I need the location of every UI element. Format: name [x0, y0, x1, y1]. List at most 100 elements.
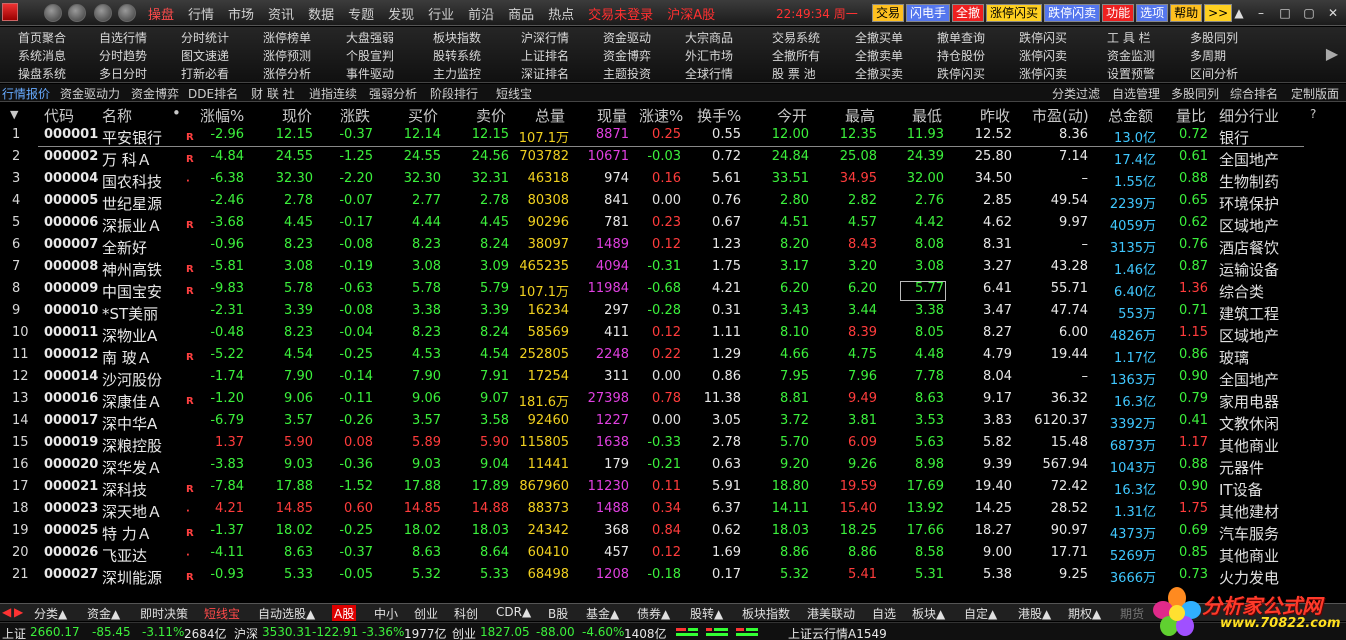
menu-item[interactable]: 行情 — [188, 4, 214, 23]
quick-link[interactable]: 深证排名 — [521, 65, 569, 82]
table-row[interactable]: 20 · 000026 飞亚达 -4.11 8.63 -0.37 8.63 8.64 60410 4… — [0, 544, 1346, 566]
help-button[interactable]: 帮助 — [1170, 4, 1203, 22]
column-header[interactable]: 细分行业 — [1219, 105, 1279, 126]
quick-link[interactable]: 图文速递 — [181, 47, 229, 64]
quick-link[interactable]: 多股同列 — [1190, 29, 1238, 46]
quick-link[interactable]: 自选行情 — [99, 29, 147, 46]
bottom-tab[interactable]: 中小 — [372, 605, 400, 621]
quick-link[interactable]: 跌停闪买 — [1019, 29, 1067, 46]
quick-link[interactable]: 涨停预测 — [263, 47, 311, 64]
quick-link[interactable]: 大盘强弱 — [346, 29, 394, 46]
quick-link[interactable]: 上证排名 — [521, 47, 569, 64]
table-row[interactable]: 13 R 000016 深康佳Ａ -1.20 9.06 -0.11 9.06 9.07 181.6… — [0, 390, 1346, 412]
refresh-icon[interactable] — [118, 4, 136, 22]
table-row[interactable]: 7 R 000008 神州高铁 -5.81 3.08 -0.19 3.08 3.09 465235… — [0, 258, 1346, 280]
menu-item[interactable]: 专题 — [348, 4, 374, 23]
quick-link[interactable]: 全撤卖单 — [855, 47, 903, 64]
quick-link[interactable]: 个股宣判 — [346, 47, 394, 64]
quick-link[interactable]: 交易系统 — [772, 29, 820, 46]
bottom-tab[interactable]: 短线宝 — [202, 605, 242, 621]
sh-label[interactable]: 上证 — [2, 625, 26, 640]
menu-item[interactable]: 数据 — [308, 4, 334, 23]
table-row[interactable]: 5 R 000006 深振业Ａ -3.68 4.45 -0.17 4.44 4.45 90296 7… — [0, 214, 1346, 236]
column-header[interactable]: 总量 — [535, 105, 565, 126]
chevron-right-icon[interactable]: ▶ — [1322, 30, 1342, 78]
trade-status[interactable]: 交易未登录 — [588, 4, 653, 23]
bottom-tab[interactable]: 板块▲ — [910, 605, 947, 621]
hs-label[interactable]: 沪深 — [234, 625, 258, 640]
column-header[interactable]: 卖价 — [476, 105, 506, 126]
tab-view[interactable]: 资金博弈 — [131, 85, 179, 102]
quick-link[interactable]: 沪深行情 — [521, 29, 569, 46]
app-logo-icon[interactable] — [2, 3, 18, 21]
bottom-tab[interactable]: 分类▲ — [32, 605, 69, 621]
quick-link[interactable]: 首页聚合 — [18, 29, 66, 46]
column-header[interactable]: 总金额 — [1108, 105, 1153, 126]
column-header[interactable]: 昨收 — [980, 105, 1010, 126]
quick-link[interactable]: 工 具 栏 — [1107, 29, 1151, 46]
column-header[interactable]: 换手% — [697, 105, 741, 126]
quick-link[interactable]: 涨停榜单 — [263, 29, 311, 46]
bottom-tab[interactable]: 即时决策 — [138, 605, 190, 621]
bottom-tab[interactable]: A股 — [332, 605, 357, 621]
column-header[interactable]: 涨跌 — [340, 105, 370, 126]
sort-arrow-icon[interactable]: ▼ — [10, 108, 18, 121]
quick-link[interactable]: 板块指数 — [433, 29, 481, 46]
table-row[interactable]: 16 000020 深华发Ａ -3.83 9.03 -0.36 9.03 9.04 11441 1… — [0, 456, 1346, 478]
quick-link[interactable]: 分时趋势 — [99, 47, 147, 64]
quick-link[interactable]: 全撤所有 — [772, 47, 820, 64]
column-header[interactable]: 今开 — [777, 105, 807, 126]
table-row[interactable]: 6 000007 全新好 -0.96 8.23 -0.08 8.23 8.24 38097 148… — [0, 236, 1346, 258]
back-icon[interactable] — [44, 4, 62, 22]
tab-view[interactable]: 财 联 社 — [251, 85, 295, 102]
table-row[interactable]: 1 R 000001 平安银行 -2.96 12.15 -0.37 12.14 12.15 107… — [0, 126, 1346, 148]
tab-view[interactable]: 逍指连续 — [309, 85, 357, 102]
tab-view[interactable]: 资金驱动力 — [60, 85, 120, 102]
quick-link[interactable]: 设置预警 — [1107, 65, 1155, 82]
quick-link[interactable]: 全撤买卖 — [855, 65, 903, 82]
bottom-tab[interactable]: 港美联动 — [805, 605, 857, 621]
quick-link[interactable]: 涨停闪卖 — [1019, 65, 1067, 82]
quick-link[interactable]: 主题投资 — [603, 65, 651, 82]
quick-link[interactable]: 全撤买单 — [855, 29, 903, 46]
quick-link[interactable]: 全球行情 — [685, 65, 733, 82]
cy-label[interactable]: 创业 — [452, 625, 476, 640]
quick-link[interactable]: 持仓股份 — [937, 47, 985, 64]
table-row[interactable]: 9 000010 *ST美丽 -2.31 3.39 -0.08 3.38 3.39 16234 2… — [0, 302, 1346, 324]
quick-link[interactable]: 打新必看 — [181, 65, 229, 82]
limit-up-buy-button[interactable]: 涨停闪买 — [986, 4, 1043, 22]
column-header[interactable]: 名称 — [102, 105, 132, 126]
options-button[interactable]: 选项 — [1136, 4, 1169, 22]
quick-link[interactable]: 分时统计 — [181, 29, 229, 46]
table-row[interactable]: 15 000019 深粮控股 1.37 5.90 0.08 5.89 5.90 115805 16… — [0, 434, 1346, 456]
quick-link[interactable]: 跌停闪买 — [937, 65, 985, 82]
tab-tool[interactable]: 定制版面 — [1291, 85, 1339, 102]
quick-link[interactable]: 多周期 — [1190, 47, 1226, 64]
shirt-icon[interactable]: ▲ — [1230, 4, 1248, 22]
cancel-all-button[interactable]: 全撤 — [952, 4, 985, 22]
restore-icon[interactable]: □ — [1276, 4, 1294, 22]
more-button[interactable]: >> — [1204, 4, 1233, 22]
quick-link[interactable]: 大宗商品 — [685, 29, 733, 46]
column-header[interactable]: 现价 — [282, 105, 312, 126]
bottom-tab[interactable]: 基金▲ — [584, 605, 621, 621]
bottom-tab[interactable]: 板块指数 — [740, 605, 792, 621]
column-header[interactable]: 最高 — [845, 105, 875, 126]
column-header[interactable]: 量比 — [1176, 105, 1206, 126]
table-row[interactable]: 8 R 000009 中国宝安 -9.83 5.78 -0.63 5.78 5.79 107.1万… — [0, 280, 1346, 302]
quick-link[interactable]: 股转系统 — [433, 47, 481, 64]
tab-tool[interactable]: 分类过滤 — [1052, 85, 1100, 102]
quick-link[interactable]: 资金监测 — [1107, 47, 1155, 64]
table-row[interactable]: 14 000017 深中华A -6.79 3.57 -0.26 3.57 3.58 92460 1… — [0, 412, 1346, 434]
tab-tool[interactable]: 综合排名 — [1230, 85, 1278, 102]
tab-view[interactable]: 行情报价 — [2, 85, 50, 102]
bottom-tab[interactable]: 债券▲ — [635, 605, 672, 621]
column-header[interactable]: 涨幅% — [200, 105, 244, 126]
tab-tool[interactable]: 自选管理 — [1112, 85, 1160, 102]
minimize-icon[interactable]: – — [1252, 4, 1270, 22]
bottom-tab[interactable]: 自定▲ — [962, 605, 999, 621]
menu-item[interactable]: 热点 — [548, 4, 574, 23]
bottom-tab[interactable]: 自选 — [870, 605, 898, 621]
tab-view[interactable]: 阶段排行 — [430, 85, 478, 102]
menu-item[interactable]: 行业 — [428, 4, 454, 23]
